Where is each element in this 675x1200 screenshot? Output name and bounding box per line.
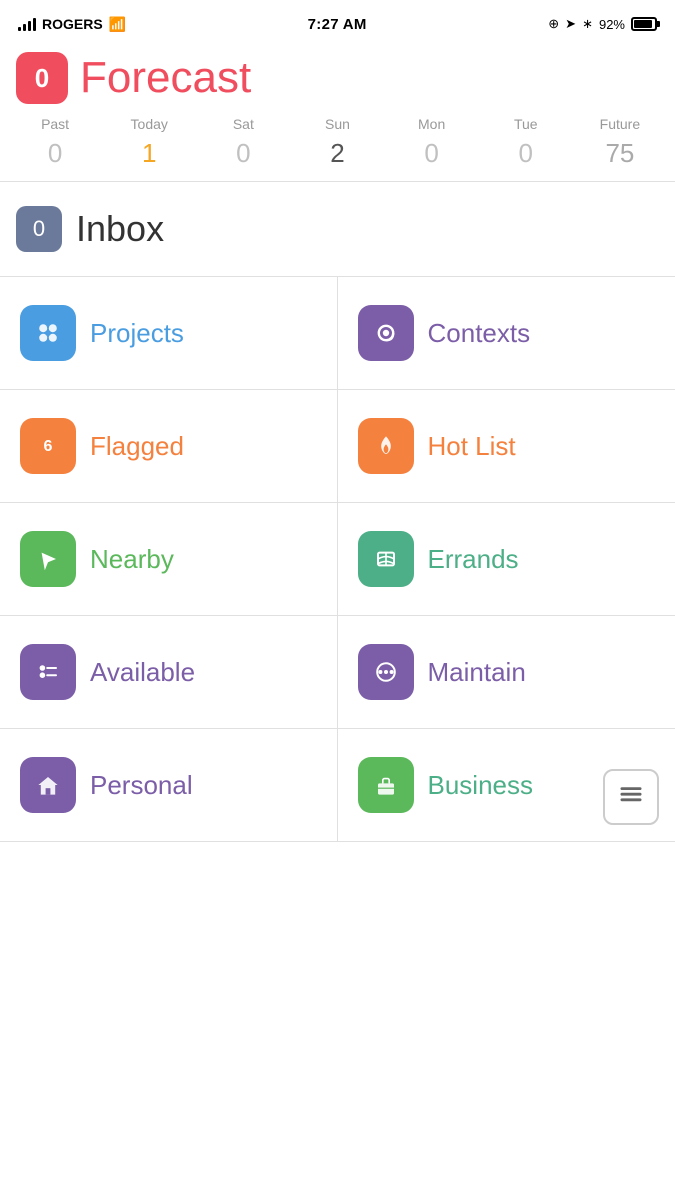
nearby-icon — [20, 531, 76, 587]
hotlist-label: Hot List — [428, 431, 516, 462]
grid-item-contexts[interactable]: Contexts — [338, 277, 675, 390]
bluetooth-icon: ∗ — [582, 16, 593, 32]
grid-item-nearby[interactable]: Nearby — [0, 503, 338, 616]
cal-day-label: Today — [131, 116, 168, 132]
battery-icon — [631, 17, 657, 31]
calendar-col-today[interactable]: Today 1 — [102, 116, 196, 169]
contexts-label: Contexts — [428, 318, 531, 349]
location-icon: ➤ — [565, 16, 576, 32]
signal-icon — [18, 17, 36, 31]
wifi-icon: 📶 — [109, 16, 126, 33]
cal-day-count: 2 — [330, 138, 344, 169]
forecast-header: 0 Forecast — [0, 44, 675, 116]
forecast-badge: 0 — [16, 52, 68, 104]
grid-menu: Projects Contexts 6 Flagged Hot List Nea… — [0, 277, 675, 842]
inbox-badge: 0 — [16, 206, 62, 252]
cal-day-count: 0 — [424, 138, 438, 169]
lock-icon: ⊕ — [548, 16, 559, 32]
cal-day-count: 1 — [142, 138, 156, 169]
calendar-row: Past 0 Today 1 Sat 0 Sun 2 Mon 0 Tue 0 Future 75 — [0, 116, 675, 182]
calendar-col-tue[interactable]: Tue 0 — [479, 116, 573, 169]
available-label: Available — [90, 657, 195, 688]
time-display: 7:27 AM — [308, 16, 367, 33]
cal-day-label: Sun — [325, 116, 350, 132]
grid-item-projects[interactable]: Projects — [0, 277, 338, 390]
calendar-col-past[interactable]: Past 0 — [8, 116, 102, 169]
cal-day-label: Past — [41, 116, 69, 132]
business-label: Business — [428, 770, 534, 801]
cal-day-label: Mon — [418, 116, 445, 132]
calendar-col-mon[interactable]: Mon 0 — [385, 116, 479, 169]
cal-day-label: Future — [600, 116, 640, 132]
cal-day-count: 0 — [48, 138, 62, 169]
calendar-col-future[interactable]: Future 75 — [573, 116, 667, 169]
contexts-icon — [358, 305, 414, 361]
status-right: ⊕ ➤ ∗ 92% — [548, 16, 657, 32]
maintain-label: Maintain — [428, 657, 526, 688]
nearby-label: Nearby — [90, 544, 174, 575]
business-icon — [358, 757, 414, 813]
personal-icon — [20, 757, 76, 813]
flagged-label: Flagged — [90, 431, 184, 462]
carrier-label: ROGERS — [42, 16, 103, 32]
cal-day-label: Tue — [514, 116, 538, 132]
cal-day-count: 75 — [605, 138, 634, 169]
flagged-icon: 6 — [20, 418, 76, 474]
add-item-button[interactable] — [603, 769, 659, 825]
errands-label: Errands — [428, 544, 519, 575]
grid-item-personal[interactable]: Personal — [0, 729, 338, 842]
forecast-title: Forecast — [80, 53, 251, 103]
cal-day-count: 0 — [236, 138, 250, 169]
grid-item-business[interactable]: Business — [338, 729, 675, 842]
available-icon — [20, 644, 76, 700]
cal-day-label: Sat — [233, 116, 254, 132]
calendar-col-sun[interactable]: Sun 2 — [290, 116, 384, 169]
personal-label: Personal — [90, 770, 193, 801]
inbox-section[interactable]: 0 Inbox — [0, 182, 675, 277]
grid-item-hotlist[interactable]: Hot List — [338, 390, 675, 503]
battery-percent: 92% — [599, 17, 625, 32]
grid-item-available[interactable]: Available — [0, 616, 338, 729]
maintain-icon — [358, 644, 414, 700]
grid-item-errands[interactable]: Errands — [338, 503, 675, 616]
errands-icon — [358, 531, 414, 587]
grid-item-maintain[interactable]: Maintain — [338, 616, 675, 729]
calendar-col-sat[interactable]: Sat 0 — [196, 116, 290, 169]
status-bar: ROGERS 📶 7:27 AM ⊕ ➤ ∗ 92% — [0, 0, 675, 44]
cal-day-count: 0 — [519, 138, 533, 169]
projects-label: Projects — [90, 318, 184, 349]
inbox-label: Inbox — [76, 208, 164, 250]
hotlist-icon — [358, 418, 414, 474]
svg-text:6: 6 — [44, 438, 53, 455]
status-left: ROGERS 📶 — [18, 16, 126, 33]
grid-item-flagged[interactable]: 6 Flagged — [0, 390, 338, 503]
projects-icon — [20, 305, 76, 361]
